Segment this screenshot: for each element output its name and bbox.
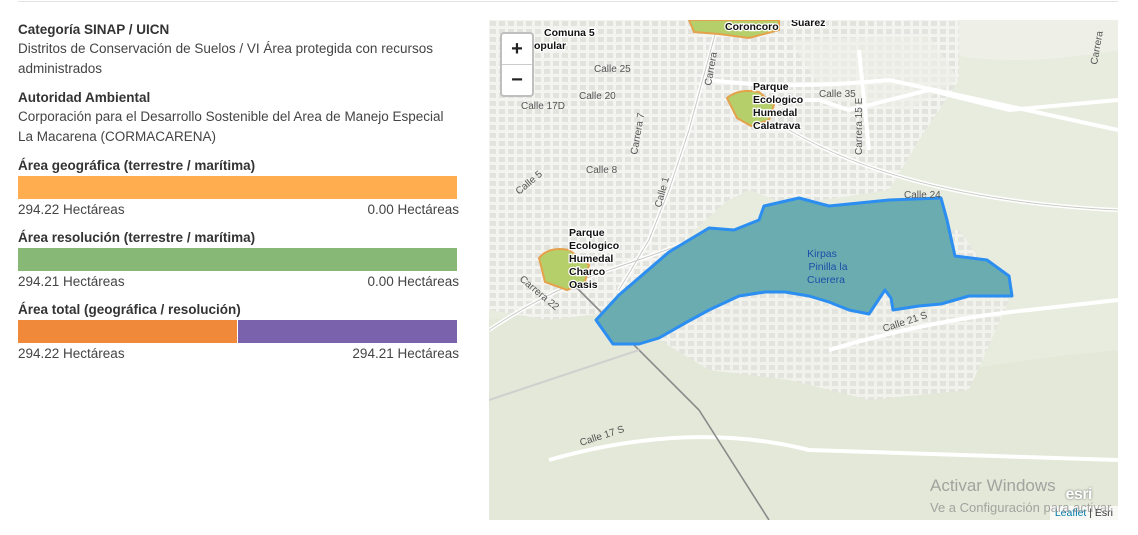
bar-right-label: 294.21 Hectáreas xyxy=(352,346,459,361)
place-label: Coroncoro xyxy=(725,21,779,33)
top-divider xyxy=(18,1,1118,2)
polygon-label: Kirpas xyxy=(807,248,837,260)
park-label: Charco xyxy=(569,266,605,278)
zoom-out-button[interactable]: − xyxy=(502,64,532,95)
authority-label: Autoridad Ambiental xyxy=(18,90,151,105)
park-label: Ecologico xyxy=(569,240,619,252)
street-label: Calle 35 xyxy=(819,89,856,100)
windows-activation-watermark: Activar Windows Ve a Configuración para … xyxy=(930,476,1111,515)
area-bar xyxy=(18,248,457,271)
bar-segment xyxy=(18,248,457,271)
area-bar xyxy=(18,320,457,343)
polygon-label: Pinilla la xyxy=(808,261,847,273)
area-total: Área total (geográfica / resolución) 294… xyxy=(18,300,459,363)
bar-segment xyxy=(18,176,457,199)
category-label: Categoría SINAP / UICN xyxy=(18,22,170,37)
zoom-in-button[interactable]: + xyxy=(502,34,532,64)
bar-segment xyxy=(237,320,457,343)
street-label: Calle 17D xyxy=(521,101,565,112)
polygon-label: Cuerera xyxy=(807,274,845,286)
bar-left-label: 294.22 Hectáreas xyxy=(18,346,125,361)
park-label: Calatrava xyxy=(753,120,800,132)
park-label: Ecologico xyxy=(753,94,803,106)
info-panel: Categoría SINAP / UICN Distritos de Cons… xyxy=(18,20,459,363)
bar-title: Área geográfica (terrestre / marítima) xyxy=(18,158,256,173)
zoom-control: + − xyxy=(500,32,534,97)
street-label: Calle 20 xyxy=(579,91,616,102)
authority-block: Autoridad Ambiental Corporación para el … xyxy=(18,88,458,147)
bar-segment xyxy=(18,320,237,343)
bar-right-label: 0.00 Hectáreas xyxy=(367,202,459,217)
place-label: Suarez xyxy=(791,20,825,29)
area-bar xyxy=(18,176,457,199)
park-label: Humedal xyxy=(569,253,613,265)
bar-title: Área total (geográfica / resolución) xyxy=(18,302,241,317)
area-geographic: Área geográfica (terrestre / marítima) 2… xyxy=(18,156,459,219)
place-label: opular xyxy=(534,40,566,52)
street-label: Calle 25 xyxy=(594,64,631,75)
bar-left-label: 294.21 Hectáreas xyxy=(18,274,125,289)
area-resolution: Área resolución (terrestre / marítima) 2… xyxy=(18,228,459,291)
watermark-line2: Ve a Configuración para activar xyxy=(930,500,1112,515)
bar-right-label: 0.00 Hectáreas xyxy=(367,274,459,289)
street-label: Calle 24 xyxy=(904,190,941,201)
map-view[interactable]: Calle 25 Calle 20 Calle 17D Calle 35 Cal… xyxy=(489,20,1118,520)
category-block: Categoría SINAP / UICN Distritos de Cons… xyxy=(18,20,458,79)
map-canvas[interactable]: Calle 25 Calle 20 Calle 17D Calle 35 Cal… xyxy=(489,20,1118,520)
park-label: Oasis xyxy=(569,279,598,291)
street-label: Calle 8 xyxy=(586,165,618,176)
park-label: Parque xyxy=(753,81,789,93)
park-label: Humedal xyxy=(753,107,797,119)
street-label: Carrera 15 E xyxy=(854,97,865,155)
authority-value: Corporación para el Desarrollo Sostenibl… xyxy=(18,109,444,144)
bar-left-label: 294.22 Hectáreas xyxy=(18,202,125,217)
watermark-line1: Activar Windows xyxy=(930,476,1056,495)
place-label: Comuna 5 xyxy=(544,27,595,39)
category-value: Distritos de Conservación de Suelos / VI… xyxy=(18,41,433,76)
park-label: Parque xyxy=(569,227,605,239)
bar-title: Área resolución (terrestre / marítima) xyxy=(18,230,256,245)
